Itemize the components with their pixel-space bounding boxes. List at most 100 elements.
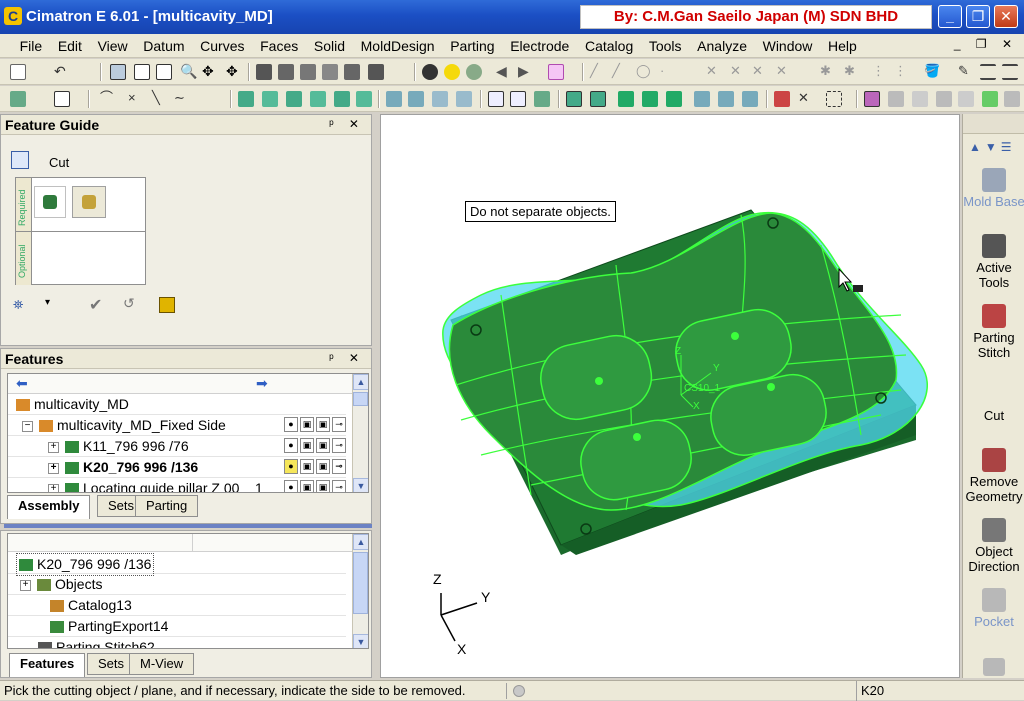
edit-icon[interactable]: [54, 91, 70, 107]
expand-toggle[interactable]: +: [48, 483, 59, 492]
curve-icon[interactable]: ⌒: [100, 91, 116, 107]
copy-state-icon[interactable]: ▣: [316, 480, 330, 492]
surface-4-icon[interactable]: [310, 91, 326, 107]
transform-icon[interactable]: [510, 91, 526, 107]
mold-5-icon[interactable]: [666, 91, 682, 107]
scroll-thumb[interactable]: [353, 392, 368, 406]
pocket-tool[interactable]: Pocket: [963, 588, 1024, 629]
close-button[interactable]: ✕: [994, 5, 1018, 28]
scroll-up-icon[interactable]: ▲: [353, 534, 368, 550]
display-3-icon[interactable]: [936, 91, 952, 107]
line-weight-icon[interactable]: [980, 64, 996, 80]
tree-row[interactable]: + Objects: [8, 574, 346, 595]
mold-base-tool[interactable]: Mold Base: [963, 168, 1024, 209]
surface-5-icon[interactable]: [334, 91, 350, 107]
expand-toggle[interactable]: +: [48, 462, 59, 474]
undo-step-icon[interactable]: ↺: [123, 295, 135, 312]
solid-3-icon[interactable]: [432, 91, 448, 107]
tree-row[interactable]: + Locating guide pillar Z 00 _ 1 ● ▣ ▣ ⊸: [8, 478, 346, 492]
select-box-icon[interactable]: [826, 91, 842, 107]
view-top-icon[interactable]: [278, 64, 294, 80]
menu-catalog[interactable]: Catalog: [579, 34, 639, 58]
rotate-icon[interactable]: ✥: [226, 64, 242, 80]
feature-tree-scrollbar[interactable]: ▲ ▼: [352, 534, 368, 648]
pin-icon[interactable]: ⊸: [332, 480, 346, 492]
display-6-icon[interactable]: [1004, 91, 1020, 107]
active-tools-tool[interactable]: Active Tools: [963, 234, 1024, 290]
lightbulb-on-icon[interactable]: [444, 64, 460, 80]
display-4-icon[interactable]: [958, 91, 974, 107]
solid-4-icon[interactable]: [456, 91, 472, 107]
mold-2-icon[interactable]: [590, 91, 606, 107]
exit-guide-icon[interactable]: [159, 297, 175, 313]
preview-dropdown-icon[interactable]: ▾: [45, 297, 50, 308]
menu-file[interactable]: File: [14, 34, 49, 58]
display-1-icon[interactable]: [888, 91, 904, 107]
zoom-window-icon[interactable]: [134, 64, 150, 80]
remove-geometry-tool[interactable]: Remove Geometry: [963, 448, 1024, 504]
surface-1-icon[interactable]: [238, 91, 254, 107]
parting-stitch-tool[interactable]: Parting Stitch: [963, 304, 1024, 360]
view-iso-icon[interactable]: [256, 64, 272, 80]
layer-icon[interactable]: [864, 91, 880, 107]
menu-faces[interactable]: Faces: [254, 34, 304, 58]
pin-icon[interactable]: ⊸: [332, 438, 346, 453]
line-style-icon[interactable]: [1002, 64, 1018, 80]
object-direction-tool[interactable]: Object Direction: [963, 518, 1024, 574]
menu-parting[interactable]: Parting: [444, 34, 500, 58]
mold-8-icon[interactable]: [742, 91, 758, 107]
menu-solid[interactable]: Solid: [308, 34, 351, 58]
magnifier-icon[interactable]: 🔍: [180, 64, 197, 80]
tree-row[interactable]: K20_796 996 /136: [8, 553, 346, 576]
pattern-icon[interactable]: [488, 91, 504, 107]
tab-sets[interactable]: Sets: [87, 653, 136, 675]
mdi-controls[interactable]: _ ❐ ✕: [954, 37, 1018, 51]
mold-3-icon[interactable]: [618, 91, 634, 107]
menu-electrode[interactable]: Electrode: [504, 34, 575, 58]
surface-2-icon[interactable]: [262, 91, 278, 107]
pick-side-step[interactable]: [72, 186, 106, 218]
delete-icon[interactable]: [774, 91, 790, 107]
expand-toggle[interactable]: +: [20, 579, 31, 591]
features-controls[interactable]: ᵖ ✕: [329, 351, 365, 365]
pin-icon[interactable]: ⊸: [332, 417, 346, 432]
undo-icon[interactable]: ↶: [54, 64, 70, 80]
lightbulb-off-icon[interactable]: [422, 64, 438, 80]
arrow-left-icon[interactable]: ◀: [496, 64, 512, 80]
tree-back-icon[interactable]: ⬅: [16, 375, 28, 392]
menu-help[interactable]: Help: [822, 34, 863, 58]
tab-features[interactable]: Features: [9, 653, 86, 677]
visibility-icon[interactable]: ●: [284, 480, 298, 492]
view-right-icon[interactable]: [322, 64, 338, 80]
display-2-icon[interactable]: [912, 91, 928, 107]
preview-icon[interactable]: ⛯: [13, 297, 29, 313]
zoom-dynamic-icon[interactable]: [156, 64, 172, 80]
copy-icon[interactable]: [534, 91, 550, 107]
pen-icon[interactable]: ✎: [958, 64, 974, 80]
mold-7-icon[interactable]: [718, 91, 734, 107]
tree-row[interactable]: PartingExport14: [8, 616, 346, 637]
paint-bucket-icon[interactable]: 🪣: [924, 64, 940, 80]
collapse-toggle[interactable]: −: [22, 420, 33, 432]
menu-molddesign[interactable]: MoldDesign: [355, 34, 441, 58]
tab-parting[interactable]: Parting: [135, 495, 199, 517]
surface-6-icon[interactable]: [356, 91, 372, 107]
new-file-icon[interactable]: [10, 64, 26, 80]
scroll-thumb[interactable]: [353, 552, 368, 614]
select-filter-icon[interactable]: [10, 91, 26, 107]
menu-tools[interactable]: Tools: [643, 34, 688, 58]
pick-object-step[interactable]: [34, 186, 66, 218]
arrow-right-icon[interactable]: ▶: [518, 64, 534, 80]
tree-row-active[interactable]: + K20_796 996 /136 ● ▣ ▣ ⊸: [8, 457, 346, 478]
tab-m-view[interactable]: M-View: [129, 653, 195, 675]
minimize-button[interactable]: _: [938, 5, 962, 28]
line-tool-icon[interactable]: ╲: [152, 91, 168, 107]
expand-toggle[interactable]: +: [48, 441, 59, 453]
solid-2-icon[interactable]: [408, 91, 424, 107]
menu-analyze[interactable]: Analyze: [691, 34, 753, 58]
tree-row[interactable]: Parting Stitch62: [8, 637, 346, 648]
visibility-icon[interactable]: ●: [284, 438, 298, 453]
tab-assembly[interactable]: Assembly: [7, 495, 91, 519]
visibility-icon[interactable]: ●: [284, 417, 298, 432]
color-select-icon[interactable]: [548, 64, 564, 80]
